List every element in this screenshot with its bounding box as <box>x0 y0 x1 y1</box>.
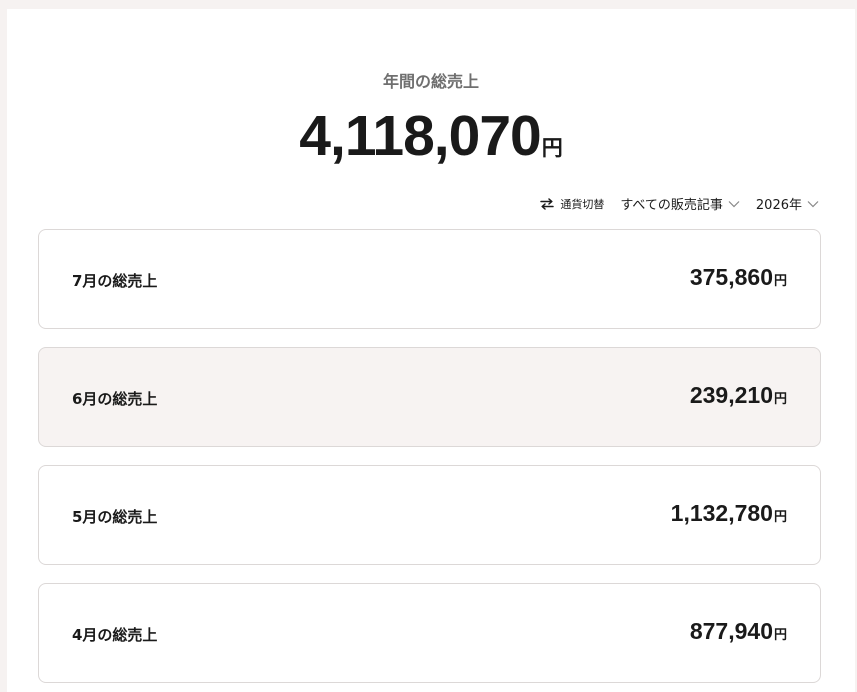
month-sales-card-july[interactable]: 7月の総売上 375,860円 <box>38 229 821 329</box>
month-sales-total: 239,210円 <box>690 382 787 409</box>
month-sales-card-june[interactable]: 6月の総売上 239,210円 <box>38 347 821 447</box>
year-filter-value: 2026年 <box>755 198 802 213</box>
year-filter-dropdown[interactable]: 2026年 <box>756 194 819 213</box>
month-sales-label: 5月の総売上 <box>72 508 158 526</box>
swap-arrows-icon <box>540 197 555 210</box>
annual-sales-total: 4,118,070円 <box>7 103 855 169</box>
filter-bar: 通貨切替 すべての販売記事 2026年 <box>540 194 819 213</box>
month-sales-card-april[interactable]: 4月の総売上 877,940円 <box>38 583 821 683</box>
month-sales-total: 375,860円 <box>690 264 787 291</box>
annual-sales-unit: 円 <box>541 136 563 160</box>
month-sales-total: 877,940円 <box>690 618 787 645</box>
chevron-down-icon <box>807 200 819 208</box>
article-filter-dropdown[interactable]: すべての販売記事 <box>620 194 740 213</box>
month-sales-unit: 円 <box>773 274 787 289</box>
annual-sales-amount: 4,118,070 <box>299 104 541 168</box>
month-sales-label: 4月の総売上 <box>72 626 158 644</box>
currency-toggle-label: 通貨切替 <box>560 197 605 211</box>
month-sales-amount: 375,860 <box>689 264 773 290</box>
month-sales-label: 6月の総売上 <box>72 390 158 408</box>
month-sales-amount: 1,132,780 <box>670 500 773 526</box>
article-filter-value: すべての販売記事 <box>620 198 723 213</box>
sales-page: 年間の総売上 4,118,070円 通貨切替 すべての販売記事 2026年 7月… <box>7 9 855 692</box>
annual-sales-label: 年間の総売上 <box>382 72 479 91</box>
chevron-down-icon <box>728 200 740 208</box>
month-sales-amount: 877,940 <box>689 618 773 644</box>
month-sales-label: 7月の総売上 <box>72 272 158 290</box>
month-sales-amount: 239,210 <box>689 382 773 408</box>
month-sales-card-may[interactable]: 5月の総売上 1,132,780円 <box>38 465 821 565</box>
month-sales-unit: 円 <box>773 392 787 407</box>
month-sales-unit: 円 <box>773 628 787 643</box>
month-sales-unit: 円 <box>773 510 787 525</box>
currency-toggle-button[interactable]: 通貨切替 <box>540 196 604 212</box>
month-sales-total: 1,132,780円 <box>671 500 787 527</box>
